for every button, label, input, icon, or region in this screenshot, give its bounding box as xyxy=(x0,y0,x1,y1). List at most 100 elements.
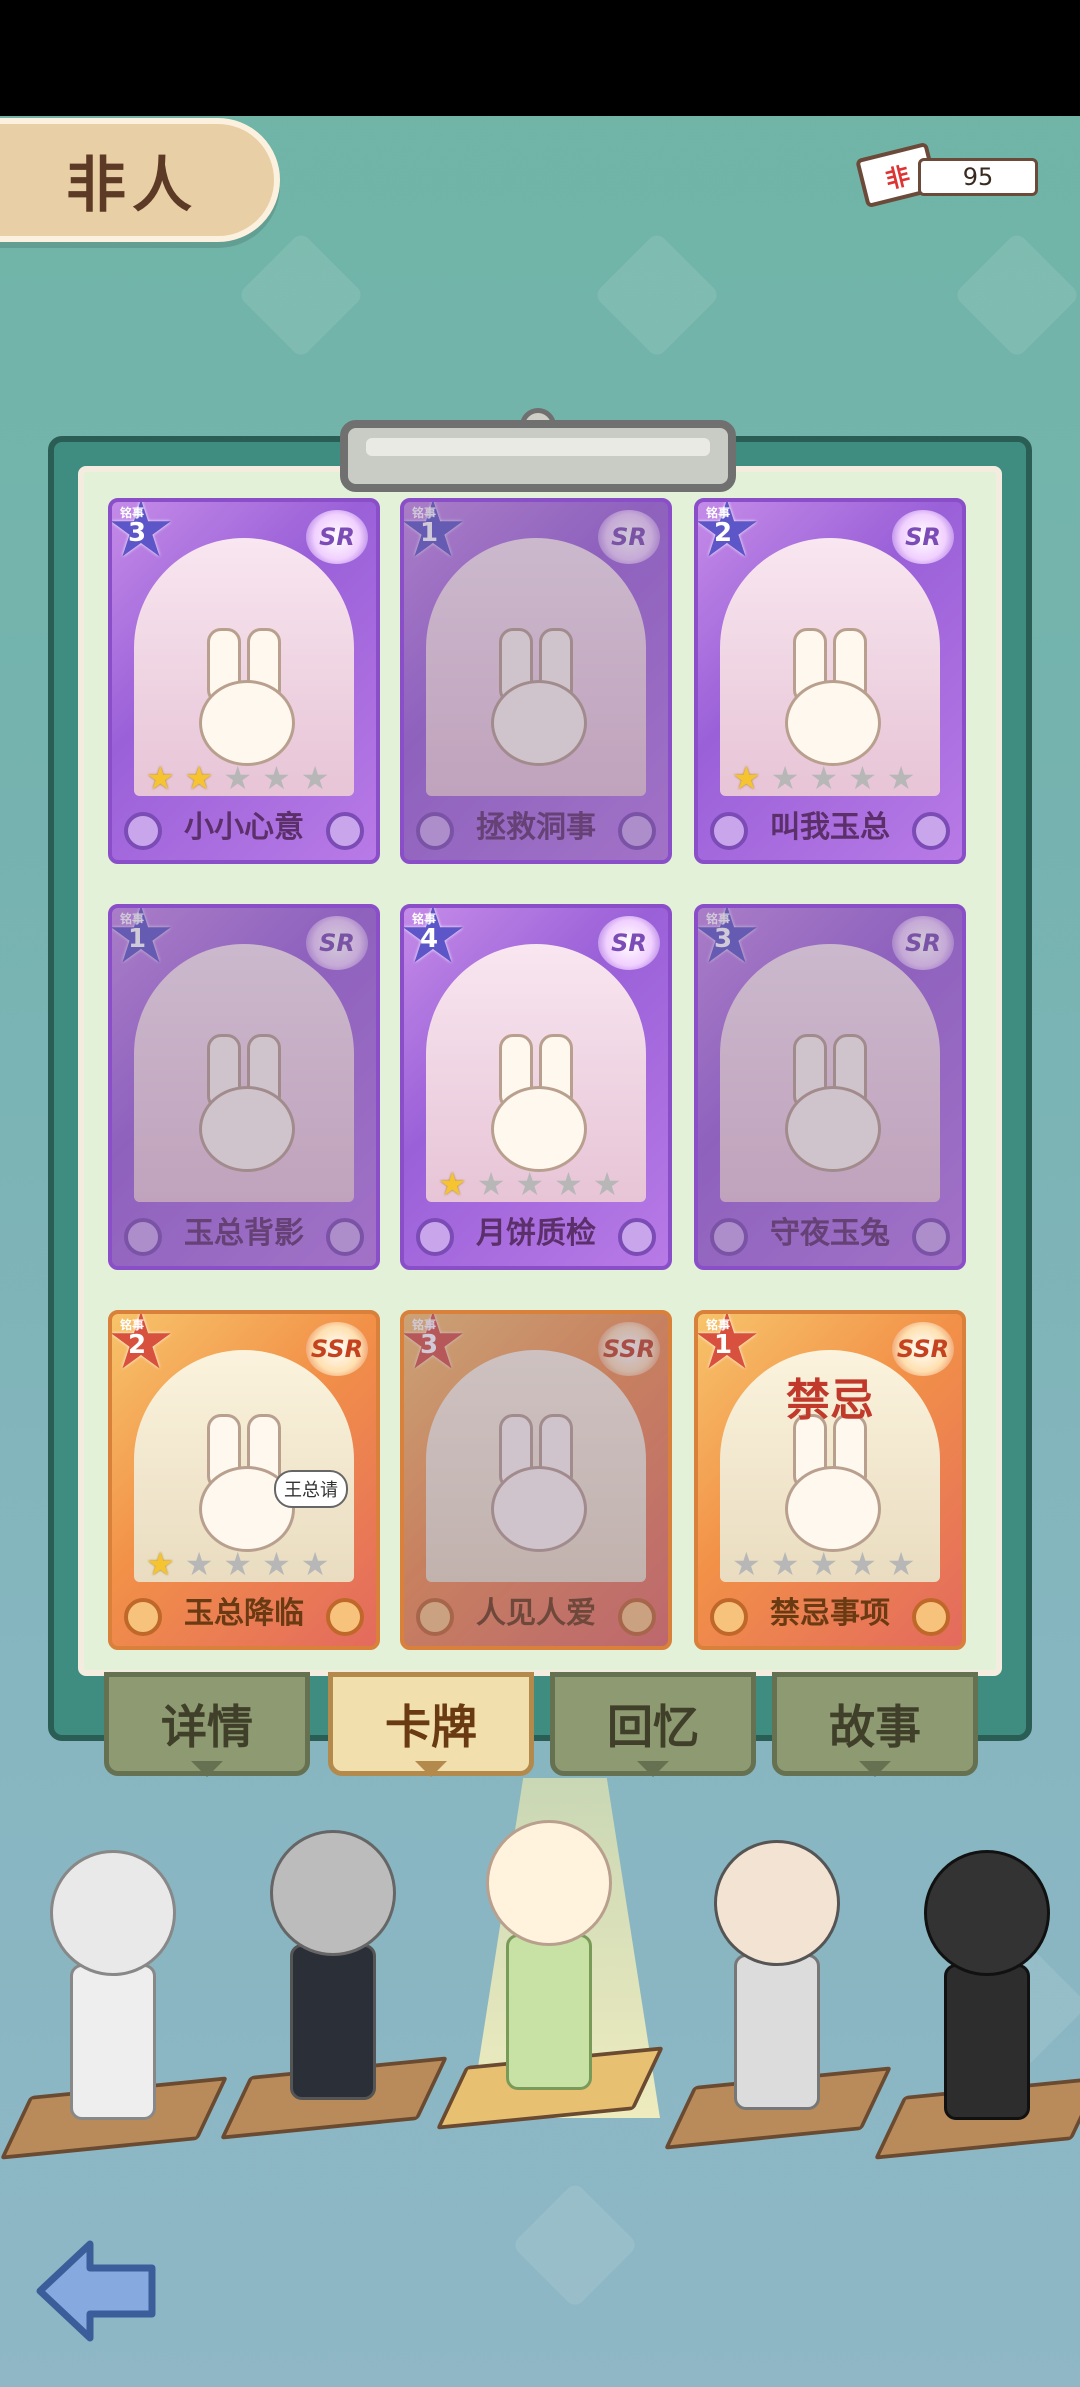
bunny-head xyxy=(491,1466,587,1552)
tab-memories[interactable]: 回忆 xyxy=(550,1672,756,1777)
screen-title: 非人 xyxy=(66,150,198,221)
card-7[interactable]: 王总请 ★ 铭事 2 SSR ★ ★ ★ ★ ★ 玉总降临 xyxy=(108,1310,380,1650)
card-3[interactable]: ★ 铭事 2 SR ★ ★ ★ ★ ★ 叫我玉总 xyxy=(694,498,966,864)
bunny-illustration xyxy=(775,1034,885,1184)
card-corner-ornament xyxy=(326,1598,364,1636)
card-corner-ornament xyxy=(416,1218,454,1256)
star-icon: ★ xyxy=(223,1545,253,1583)
card-6[interactable]: ★ 铭事 3 SR 守夜玉兔 xyxy=(694,904,966,1270)
tab-cards[interactable]: 卡牌 xyxy=(328,1672,534,1777)
rarity-badge: SSR xyxy=(892,1322,954,1376)
card-level-badge: ★ 铭事 3 xyxy=(404,1314,468,1381)
badge-number: 2 xyxy=(714,518,733,548)
character-tea-man[interactable] xyxy=(663,1820,893,2150)
star-icon: ★ xyxy=(262,1545,291,1583)
rarity-badge: SR xyxy=(306,510,368,564)
star-icon: ★ xyxy=(732,759,761,797)
badge-star-icon: ★ xyxy=(694,904,762,981)
card-corner-ornament xyxy=(710,1598,748,1636)
rarity-badge: SR xyxy=(598,916,660,970)
character-body xyxy=(70,1964,156,2120)
card-star-rating: ★ ★ ★ ★ ★ xyxy=(146,1548,329,1580)
card-8[interactable]: ★ 铭事 3 SSR 人见人爱 xyxy=(400,1310,672,1650)
badge-star-icon: ★ xyxy=(108,904,176,981)
bottom-tabs: 详情 卡牌 回忆 故事 xyxy=(104,1672,984,1777)
card-star-rating: ★ ★ ★ ★ ★ xyxy=(732,762,915,794)
character-head xyxy=(270,1830,396,1956)
card-star-rating: ★ ★ ★ ★ ★ xyxy=(438,1168,621,1200)
card-corner-ornament xyxy=(618,1598,656,1636)
bunny-head xyxy=(199,1086,295,1172)
bunny-illustration xyxy=(189,628,299,778)
star-icon: ★ xyxy=(770,1545,800,1583)
star-icon: ★ xyxy=(554,1165,583,1203)
screen-title-tab: 非人 xyxy=(0,118,280,242)
card-1[interactable]: ★ 铭事 3 SR ★ ★ ★ ★ ★ 小小心意 xyxy=(108,498,380,864)
bunny-head xyxy=(785,680,881,766)
bunny-head xyxy=(491,680,587,766)
character-shadow-man[interactable] xyxy=(873,1830,1080,2160)
card-corner-ornament xyxy=(326,1218,364,1256)
character-deer-man[interactable] xyxy=(219,1810,449,2140)
bunny-ear-l xyxy=(793,1034,827,1110)
tab-details[interactable]: 详情 xyxy=(104,1672,310,1777)
currency-amount: 95 xyxy=(918,158,1038,196)
bg-decor-tile xyxy=(593,231,721,359)
card-level-badge: ★ 铭事 1 xyxy=(698,1314,762,1381)
bunny-ear-r xyxy=(539,628,573,704)
tab-stories[interactable]: 故事 xyxy=(772,1672,978,1777)
card-art xyxy=(426,944,646,1202)
back-arrow-icon xyxy=(36,2240,156,2342)
character-head xyxy=(924,1850,1050,1976)
bunny-head xyxy=(785,1086,881,1172)
card-level-badge: ★ 铭事 2 xyxy=(112,1314,176,1381)
card-4[interactable]: ★ 铭事 1 SR 玉总背影 xyxy=(108,904,380,1270)
star-icon: ★ xyxy=(886,759,916,797)
ticket-glyph: 非 xyxy=(882,159,913,194)
star-icon: ★ xyxy=(848,1545,877,1583)
bunny-illustration xyxy=(481,1034,591,1184)
card-9[interactable]: 禁忌 ★ 铭事 1 SSR ★ ★ ★ ★ ★ 禁忌事项 xyxy=(694,1310,966,1650)
badge-number: 1 xyxy=(420,518,439,548)
back-arrow-button[interactable] xyxy=(34,2236,160,2346)
badge-number: 1 xyxy=(714,1330,733,1360)
card-2[interactable]: ★ 铭事 1 SR 拯救洞事 xyxy=(400,498,672,864)
currency-counter[interactable]: 非 95 xyxy=(855,141,1040,209)
character-bunny-girl[interactable] xyxy=(435,1800,665,2130)
status-bar xyxy=(0,0,1080,116)
bunny-ear-r xyxy=(539,1414,573,1490)
rarity-badge: SSR xyxy=(598,1322,660,1376)
star-icon: ★ xyxy=(770,759,800,797)
badge-number: 3 xyxy=(128,518,147,548)
bunny-head xyxy=(785,1466,881,1552)
badge-number: 3 xyxy=(714,924,733,954)
bunny-ear-l xyxy=(499,628,533,704)
card-corner-ornament xyxy=(912,1218,950,1256)
bunny-ear-l xyxy=(499,1414,533,1490)
card-name: 玉总背影 xyxy=(184,1216,304,1251)
card-corner-ornament xyxy=(124,812,162,850)
star-icon: ★ xyxy=(184,1545,214,1583)
card-corner-ornament xyxy=(618,1218,656,1256)
clipboard-clip xyxy=(340,420,736,492)
badge-number: 1 xyxy=(128,924,147,954)
character-body xyxy=(290,1944,376,2100)
bunny-illustration xyxy=(189,1034,299,1184)
card-corner-ornament xyxy=(912,812,950,850)
card-art-bubble: 王总请 xyxy=(274,1470,348,1508)
card-corner-ornament xyxy=(710,1218,748,1256)
bunny-ear-r xyxy=(833,1034,867,1110)
star-icon: ★ xyxy=(886,1545,916,1583)
card-5[interactable]: ★ 铭事 4 SR ★ ★ ★ ★ ★ 月饼质检 xyxy=(400,904,672,1270)
badge-number: 4 xyxy=(420,924,439,954)
card-corner-ornament xyxy=(618,812,656,850)
star-icon: ★ xyxy=(223,759,253,797)
rarity-badge: SR xyxy=(892,510,954,564)
character-body xyxy=(734,1954,820,2110)
card-star-rating: ★ ★ ★ ★ ★ xyxy=(146,762,329,794)
card-level-badge: ★ 铭事 4 xyxy=(404,908,468,975)
card-name: 人见人爱 xyxy=(476,1596,596,1631)
badge-number: 3 xyxy=(420,1330,439,1360)
bunny-ear-r xyxy=(247,1034,281,1110)
character-white-fox-girl[interactable] xyxy=(0,1830,229,2160)
